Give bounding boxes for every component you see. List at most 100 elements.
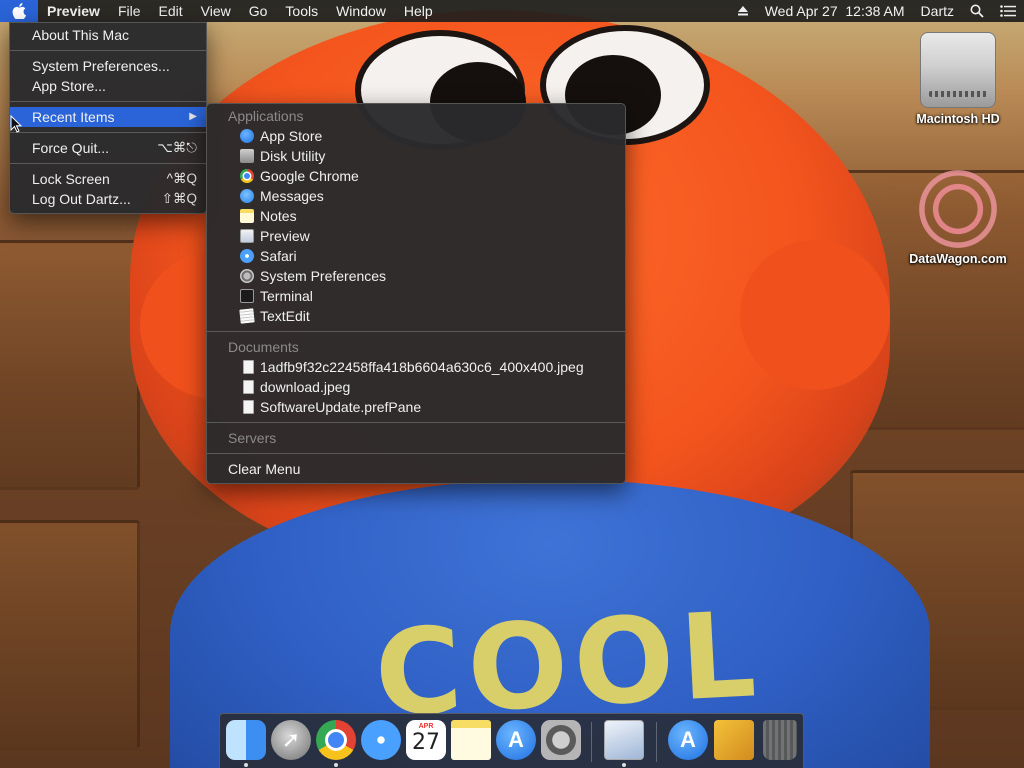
- dock-divider: [656, 722, 657, 762]
- recent-document-label: SoftwareUpdate.prefPane: [260, 399, 422, 415]
- datawagon-logo-icon: [919, 170, 997, 248]
- jpeg-document-icon: [243, 380, 254, 394]
- menu-separator: [10, 132, 206, 133]
- apple-menu: About This Mac System Preferences... App…: [9, 22, 207, 214]
- recent-app-item[interactable]: App Store: [207, 126, 625, 146]
- dock-finder-icon[interactable]: [226, 720, 266, 760]
- recent-document-item[interactable]: 1adfb9f32c22458ffa418b6604a630c6_400x400…: [207, 357, 625, 377]
- prefpane-document-icon: [243, 400, 254, 414]
- force-quit-label: Force Quit...: [32, 140, 110, 156]
- recent-app-item[interactable]: Google Chrome: [207, 166, 625, 186]
- recent-app-label: App Store: [260, 128, 323, 144]
- notification-center-icon[interactable]: [992, 0, 1024, 22]
- go-menu[interactable]: Go: [240, 0, 277, 22]
- recent-items-label: Recent Items: [32, 109, 115, 125]
- eject-icon[interactable]: [729, 0, 757, 22]
- dock-launchpad-icon[interactable]: ➚: [271, 720, 311, 760]
- macintosh-hd-label: Macintosh HD: [916, 112, 1000, 126]
- dock-system-preferences-icon[interactable]: [541, 720, 581, 760]
- dock-preview-icon[interactable]: [604, 720, 644, 760]
- lock-screen-item[interactable]: Lock Screen ^⌘Q: [10, 169, 206, 189]
- dock-game-icon[interactable]: [714, 720, 754, 760]
- app-store-item[interactable]: App Store...: [10, 76, 206, 96]
- recent-app-item[interactable]: Messages: [207, 186, 625, 206]
- datawagon-desktop-icon[interactable]: DataWagon.com: [903, 170, 1013, 266]
- recent-document-item[interactable]: SoftwareUpdate.prefPane: [207, 397, 625, 417]
- system-preferences-label: System Preferences...: [32, 58, 170, 74]
- system-preferences-item[interactable]: System Preferences...: [10, 56, 206, 76]
- dock-chrome-icon[interactable]: [316, 720, 356, 760]
- preview-icon: [240, 229, 254, 243]
- dock-app-store-icon[interactable]: A: [496, 720, 536, 760]
- macintosh-hd-desktop-icon[interactable]: Macintosh HD: [903, 32, 1013, 126]
- recent-app-item[interactable]: Safari: [207, 246, 625, 266]
- log-out-item[interactable]: Log Out Dartz... ⇧⌘Q: [10, 189, 206, 209]
- edit-menu[interactable]: Edit: [150, 0, 192, 22]
- menu-separator: [207, 422, 625, 423]
- dock-notes-icon[interactable]: [451, 720, 491, 760]
- log-out-shortcut: ⇧⌘Q: [161, 191, 197, 206]
- recent-app-label: TextEdit: [260, 308, 310, 324]
- dock-calendar-icon[interactable]: APR 27: [406, 720, 446, 760]
- log-out-label: Log Out Dartz...: [32, 191, 131, 207]
- recent-items-submenu: Applications App Store Disk Utility Goog…: [206, 103, 626, 484]
- textedit-icon: [239, 308, 255, 324]
- force-quit-shortcut: ⌥⌘⎋: [157, 140, 197, 155]
- notes-icon: [240, 209, 254, 223]
- documents-header: Documents: [228, 339, 299, 355]
- tools-menu[interactable]: Tools: [276, 0, 327, 22]
- menu-bar-clock[interactable]: Wed Apr 27 12:38 AM: [757, 0, 913, 22]
- recent-app-item[interactable]: Notes: [207, 206, 625, 226]
- recent-app-item[interactable]: System Preferences: [207, 266, 625, 286]
- recent-app-item[interactable]: Terminal: [207, 286, 625, 306]
- window-menu[interactable]: Window: [327, 0, 395, 22]
- dock-trash-icon[interactable]: [763, 720, 797, 760]
- messages-icon: [240, 189, 254, 203]
- spotlight-search-icon[interactable]: [962, 0, 992, 22]
- submenu-arrow-icon: ▶: [189, 111, 197, 122]
- recent-app-item[interactable]: Preview: [207, 226, 625, 246]
- menu-bar-extras: Wed Apr 27 12:38 AM Dartz: [729, 0, 1024, 22]
- apple-menu-button[interactable]: [0, 0, 38, 22]
- wallpaper-fur: [740, 240, 890, 390]
- wallpaper-cabinet: [0, 520, 140, 750]
- lock-screen-shortcut: ^⌘Q: [166, 171, 197, 186]
- terminal-icon: [240, 289, 254, 303]
- chrome-icon: [240, 169, 254, 183]
- clear-menu-item[interactable]: Clear Menu: [207, 459, 625, 479]
- recent-app-item[interactable]: Disk Utility: [207, 146, 625, 166]
- running-indicator: [244, 763, 248, 767]
- menu-separator: [207, 331, 625, 332]
- about-this-mac-label: About This Mac: [32, 27, 130, 43]
- servers-header: Servers: [228, 430, 277, 446]
- about-this-mac-item[interactable]: About This Mac: [10, 25, 206, 45]
- menu-separator: [10, 50, 206, 51]
- app-store-label: App Store...: [32, 78, 106, 94]
- dock-applications-folder-icon[interactable]: A: [668, 720, 708, 760]
- view-menu[interactable]: View: [192, 0, 240, 22]
- recent-document-label: download.jpeg: [260, 379, 351, 395]
- wallpaper-cabinet: [0, 240, 140, 490]
- force-quit-item[interactable]: Force Quit... ⌥⌘⎋: [10, 138, 206, 158]
- mouse-cursor-icon: [10, 115, 22, 133]
- recent-app-label: Messages: [260, 188, 324, 204]
- app-name-menu[interactable]: Preview: [38, 0, 109, 22]
- clear-menu-label: Clear Menu: [228, 461, 301, 477]
- dock-safari-icon[interactable]: [361, 720, 401, 760]
- user-switcher[interactable]: Dartz: [913, 0, 962, 22]
- file-menu[interactable]: File: [109, 0, 150, 22]
- running-indicator: [334, 763, 338, 767]
- recent-app-label: Notes: [260, 208, 297, 224]
- recent-app-label: Terminal: [260, 288, 313, 304]
- apple-logo-icon: [12, 3, 26, 19]
- menu-separator: [10, 163, 206, 164]
- menu-bar: Preview File Edit View Go Tools Window H…: [0, 0, 1024, 22]
- recent-app-item[interactable]: TextEdit: [207, 306, 625, 326]
- recent-document-item[interactable]: download.jpeg: [207, 377, 625, 397]
- help-menu[interactable]: Help: [395, 0, 442, 22]
- recent-items-item[interactable]: Recent Items ▶: [10, 107, 206, 127]
- running-indicator: [622, 763, 626, 767]
- recent-app-label: System Preferences: [260, 268, 387, 284]
- menu-separator: [207, 453, 625, 454]
- recent-app-label: Disk Utility: [260, 148, 326, 164]
